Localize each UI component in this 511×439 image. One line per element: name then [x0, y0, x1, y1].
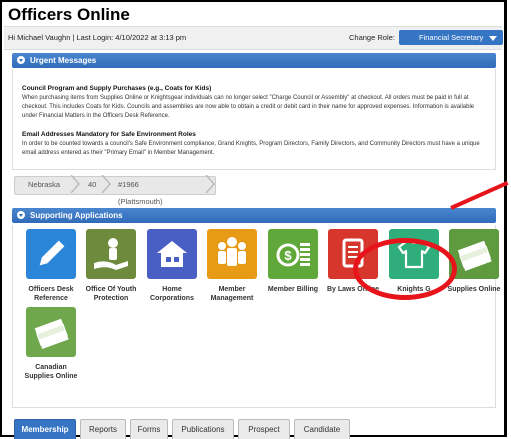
app-label: Home Corporations [150, 286, 194, 302]
tab-reports[interactable]: Reports [80, 419, 126, 439]
app-officers-desk-reference[interactable]: Officers Desk Reference [22, 229, 80, 303]
urgent-messages-title: Urgent Messages [30, 56, 97, 65]
breadcrumb-item-state[interactable]: Nebraska [28, 176, 60, 193]
annotation-circle [353, 238, 457, 300]
chevron-right-icon [101, 175, 112, 193]
chevron-right-icon [205, 175, 216, 193]
tab-candidate[interactable]: Candidate [294, 419, 350, 439]
user-info-bar: Hi Michael Vaughn | Last Login: 4/10/202… [4, 26, 503, 50]
supporting-applications-title: Supporting Applications [30, 211, 123, 220]
pencil-icon [26, 229, 76, 279]
message-body: In order to be counted towards a council… [22, 141, 480, 156]
house-icon [147, 229, 197, 279]
collapse-toggle-icon[interactable] [17, 56, 25, 64]
change-role-label: Change Role: [349, 33, 395, 42]
collapse-toggle-icon[interactable] [17, 211, 25, 219]
app-label: Office Of Youth Protection [85, 286, 137, 302]
urgent-messages-header[interactable]: Urgent Messages [12, 53, 496, 68]
app-home-corporations[interactable]: Home Corporations [143, 229, 201, 303]
role-select-value: Financial Secretary [419, 33, 484, 42]
user-login-info: Hi Michael Vaughn | Last Login: 4/10/202… [8, 33, 187, 42]
app-member-billing[interactable]: $ Member Billing [264, 229, 322, 294]
app-window: Officers Online Hi Michael Vaughn | Last… [0, 0, 509, 439]
breadcrumb-item-district[interactable]: 40 [88, 176, 96, 193]
money-stack-icon [26, 307, 76, 357]
tab-publications[interactable]: Publications [172, 419, 234, 439]
message-body: When purchasing items from Supplies Onli… [22, 95, 475, 119]
chevron-down-icon [489, 36, 497, 41]
page-title: Officers Online [8, 5, 130, 24]
chevron-right-icon [70, 175, 81, 193]
youth-protection-icon [86, 229, 136, 279]
tab-prospect[interactable]: Prospect [238, 419, 290, 439]
annotation-pointer-line [450, 180, 509, 210]
app-office-of-youth-protection[interactable]: Office Of Youth Protection [82, 229, 140, 303]
message-title: Council Program and Supply Purchases (e.… [22, 85, 212, 92]
app-canadian-supplies-online[interactable]: Canadian Supplies Online [22, 307, 80, 381]
app-label: Member Billing [267, 286, 319, 293]
svg-text:$: $ [284, 248, 292, 263]
supporting-applications-header[interactable]: Supporting Applications [12, 208, 496, 223]
app-label: Canadian Supplies Online [24, 364, 78, 380]
message-title: Email Addresses Mandatory for Safe Envir… [22, 131, 196, 138]
role-select[interactable]: Financial Secretary [399, 30, 503, 45]
app-label: Officers Desk Reference [28, 286, 74, 302]
tab-membership[interactable]: Membership [14, 419, 76, 439]
breadcrumb-item-council[interactable]: #1966 (Plattsmouth) [118, 176, 163, 206]
urgent-messages-panel: Council Program and Supply Purchases (e.… [12, 69, 496, 170]
people-icon [207, 229, 257, 279]
tab-forms[interactable]: Forms [130, 419, 168, 439]
app-member-management[interactable]: Member Management [203, 229, 261, 303]
app-label: Supplies Online [447, 286, 501, 293]
coins-icon: $ [268, 229, 318, 279]
app-label: Member Management [210, 286, 254, 302]
